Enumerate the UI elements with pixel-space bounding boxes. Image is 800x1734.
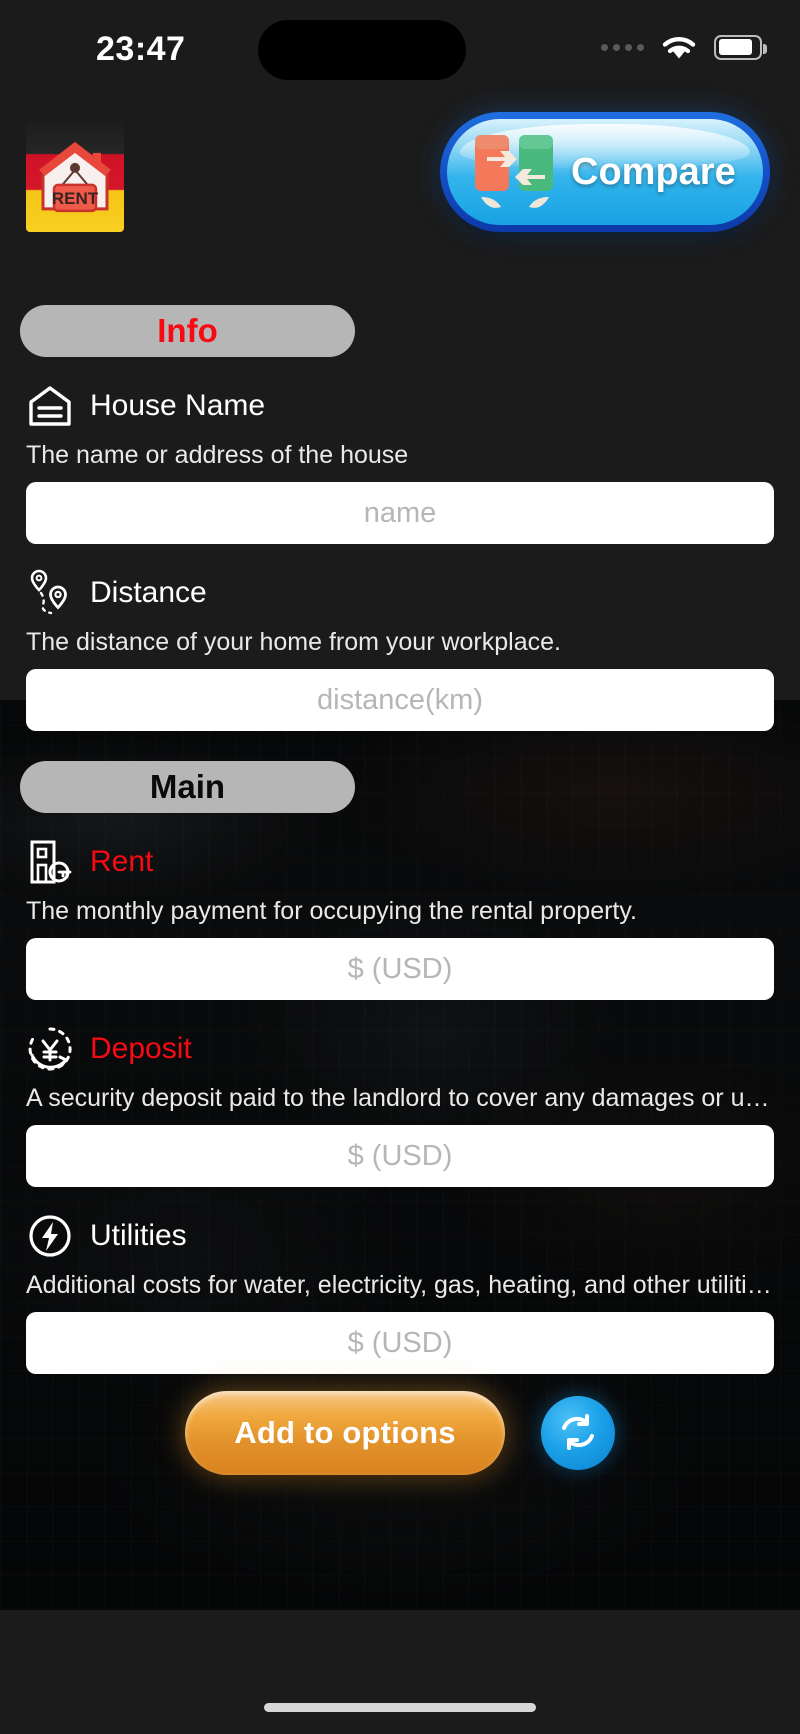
field-label-utilities: Utilities bbox=[90, 1219, 187, 1252]
field-distance: Distance The distance of your home from … bbox=[0, 569, 800, 731]
wifi-icon bbox=[658, 32, 700, 62]
footer-actions: Add to options bbox=[0, 1378, 800, 1488]
add-to-options-button[interactable]: Add to options bbox=[185, 1391, 505, 1475]
field-description-house-name: The name or address of the house bbox=[26, 441, 409, 469]
field-description-rent: The monthly payment for occupying the re… bbox=[26, 897, 637, 925]
field-house-name: House Name The name or address of the ho… bbox=[0, 383, 800, 544]
section-pill-info[interactable]: Info bbox=[20, 305, 355, 357]
app-screen: 23:47 RENT Compare Info House Name The n… bbox=[0, 0, 800, 1734]
section-info: Info House Name The name or address of t… bbox=[0, 305, 800, 731]
app-logo: RENT bbox=[26, 120, 124, 232]
lightning-bolt-icon bbox=[26, 1212, 74, 1260]
currency-refund-icon bbox=[26, 1025, 74, 1073]
compare-arrows-icon bbox=[467, 127, 567, 217]
field-rent: Rent The monthly payment for occupying t… bbox=[0, 839, 800, 1000]
field-description-deposit: A security deposit paid to the landlord … bbox=[26, 1084, 774, 1112]
house-outline-icon bbox=[26, 382, 74, 430]
compare-button[interactable]: Compare bbox=[440, 112, 770, 232]
home-indicator[interactable] bbox=[264, 1703, 536, 1712]
status-indicators bbox=[601, 32, 767, 62]
section-main: Main Rent The monthly payment for occupy… bbox=[0, 761, 800, 1374]
svg-text:RENT: RENT bbox=[52, 189, 99, 208]
battery-icon bbox=[714, 34, 767, 60]
compare-button-label: Compare bbox=[571, 150, 736, 193]
route-pins-icon bbox=[26, 569, 74, 617]
refresh-button[interactable] bbox=[541, 1396, 615, 1470]
dynamic-island bbox=[258, 20, 466, 80]
field-description-utilities: Additional costs for water, electricity,… bbox=[26, 1271, 774, 1299]
signal-dots-icon bbox=[601, 43, 644, 51]
house-name-input[interactable] bbox=[26, 482, 774, 544]
building-key-icon bbox=[26, 838, 74, 886]
refresh-sync-icon bbox=[556, 1410, 600, 1457]
utilities-input[interactable] bbox=[26, 1312, 774, 1374]
field-label-rent: Rent bbox=[90, 845, 154, 878]
field-label-house-name: House Name bbox=[90, 389, 266, 422]
field-label-distance: Distance bbox=[90, 576, 207, 609]
distance-input[interactable] bbox=[26, 669, 774, 731]
field-deposit: Deposit A security deposit paid to the l… bbox=[0, 1026, 800, 1187]
field-utilities: Utilities Additional costs for water, el… bbox=[0, 1213, 800, 1374]
rent-house-logo: RENT bbox=[36, 137, 114, 222]
status-time: 23:47 bbox=[96, 30, 186, 68]
field-label-deposit: Deposit bbox=[90, 1032, 192, 1065]
field-description-distance: The distance of your home from your work… bbox=[26, 628, 561, 656]
rent-input[interactable] bbox=[26, 938, 774, 1000]
status-bar: 23:47 bbox=[0, 0, 800, 100]
deposit-input[interactable] bbox=[26, 1125, 774, 1187]
section-pill-main[interactable]: Main bbox=[20, 761, 355, 813]
